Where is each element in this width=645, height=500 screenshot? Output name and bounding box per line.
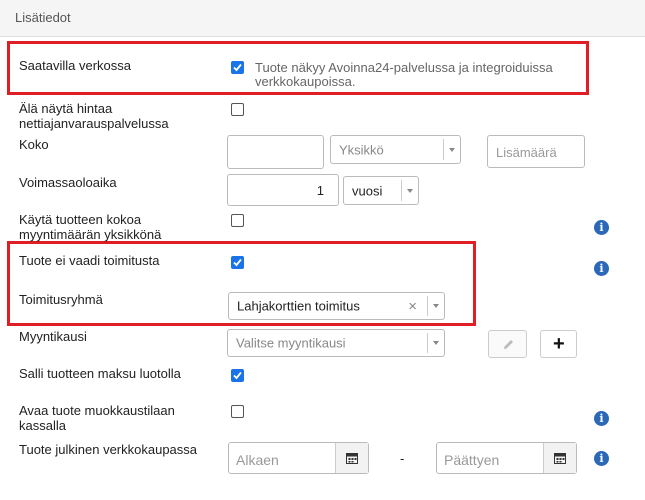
chevron-down-icon — [443, 139, 460, 160]
voimassaolo-input[interactable]: 1 — [227, 174, 339, 206]
paattyen-date-input[interactable]: Päättyen — [436, 442, 577, 474]
date-range-separator: - — [400, 451, 405, 466]
voimassaolo-unit-select[interactable]: vuosi — [343, 176, 419, 205]
ei-toimitusta-label: Tuote ei vaadi toimitusta — [19, 253, 160, 268]
voimassaolo-unit-value: vuosi — [352, 183, 383, 198]
calendar-icon — [346, 453, 358, 464]
calendar-icon — [554, 453, 566, 464]
voimassaolo-label: Voimassaoloaika — [19, 175, 117, 190]
alkaen-placeholder: Alkaen — [236, 452, 279, 468]
kayta-label: Käytä tuotteen kokoa myyntimäärän yksikk… — [19, 212, 162, 242]
yksikko-placeholder: Yksikkö — [339, 142, 384, 157]
saatavilla-help-text: Tuote näkyy Avoinna24-palvelussa ja inte… — [255, 60, 553, 89]
pencil-icon — [504, 340, 513, 349]
yksikko-select[interactable]: Yksikkö — [330, 135, 461, 164]
alkaen-date-input[interactable]: Alkaen — [228, 442, 369, 474]
calendar-button[interactable] — [543, 443, 576, 473]
voimassaolo-value: 1 — [316, 183, 324, 198]
toimitusryhma-label: Toimitusryhmä — [19, 292, 103, 307]
info-icon[interactable]: i — [594, 220, 609, 235]
info-icon[interactable]: i — [594, 261, 609, 276]
info-icon[interactable]: i — [594, 451, 609, 466]
info-icon[interactable]: i — [594, 411, 609, 426]
julkinen-label: Tuote julkinen verkkokaupassa — [19, 442, 198, 457]
koko-input[interactable] — [227, 135, 324, 169]
edit-myyntikausi-button[interactable] — [488, 330, 527, 358]
myyntikausi-select[interactable]: Valitse myyntikausi — [227, 329, 445, 357]
chevron-down-icon — [401, 180, 418, 201]
chevron-down-icon — [427, 333, 444, 353]
saatavilla-checkbox[interactable] — [231, 61, 244, 74]
salli-label: Salli tuotteen maksu luotolla — [19, 366, 181, 381]
lisamaara-input[interactable]: Lisämäärä — [487, 135, 585, 168]
avaa-checkbox[interactable] — [231, 405, 244, 418]
toimitusryhma-value: Lahjakorttien toimitus — [237, 298, 360, 314]
ala-nayta-label: Älä näytä hintaa nettiajanvarauspalvelus… — [19, 101, 169, 131]
myyntikausi-placeholder: Valitse myyntikausi — [236, 335, 346, 351]
add-myyntikausi-button[interactable]: + — [540, 330, 577, 358]
lisamaara-placeholder: Lisämäärä — [496, 145, 557, 160]
ei-toimitusta-checkbox[interactable] — [231, 256, 244, 269]
section-title: Lisätiedot — [15, 10, 71, 25]
kayta-checkbox[interactable] — [231, 214, 244, 227]
clear-icon[interactable]: × — [408, 298, 417, 315]
chevron-down-icon — [427, 296, 444, 316]
saatavilla-label: Saatavilla verkossa — [19, 58, 131, 73]
calendar-button[interactable] — [335, 443, 368, 473]
paattyen-placeholder: Päättyen — [444, 452, 500, 468]
toimitusryhma-select[interactable]: Lahjakorttien toimitus × — [228, 292, 445, 320]
salli-checkbox[interactable] — [231, 369, 244, 382]
section-header: Lisätiedot — [0, 0, 645, 37]
ala-nayta-checkbox[interactable] — [231, 103, 244, 116]
myyntikausi-label: Myyntikausi — [19, 329, 87, 344]
koko-label: Koko — [19, 137, 49, 152]
avaa-label: Avaa tuote muokkaustilaan kassalla — [19, 403, 175, 433]
plus-icon: + — [553, 333, 565, 355]
